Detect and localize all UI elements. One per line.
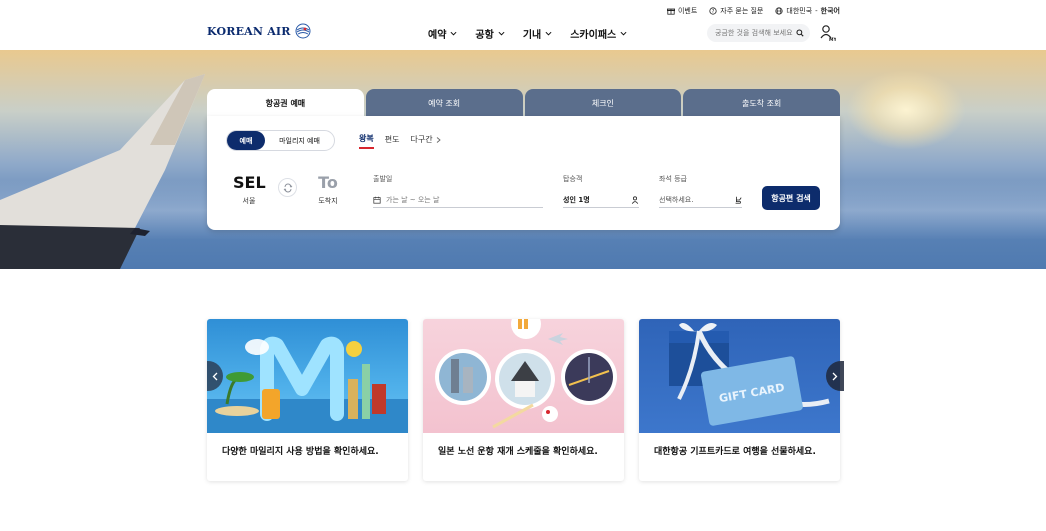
- promo-caption: 일본 노선 운항 재개 스케줄을 확인하세요.: [438, 447, 598, 457]
- header: KOREAN AIR 예약 공항 기내 스카이패스 궁금한 것을 검색해 보세요: [0, 18, 1046, 50]
- airplane-wing-image: [0, 74, 205, 269]
- booking-panel: 예매 마일리지 예매 왕복 편도 다구간 SEL 서울 To 도착지 출발일 가…: [207, 116, 840, 230]
- language-label: 한국어: [820, 7, 840, 15]
- booking-tabs: 항공권 예매 예약 조회 체크인 출도착 조회: [207, 89, 840, 117]
- chevron-down-icon: [545, 31, 552, 36]
- chevron-right-icon: [832, 372, 838, 380]
- korean-air-logo[interactable]: KOREAN AIR: [207, 23, 311, 39]
- mode-regular-booking[interactable]: 예매: [227, 131, 265, 150]
- tab-check-reservation[interactable]: 예약 조회: [365, 89, 523, 117]
- tab-flight-status[interactable]: 출도착 조회: [683, 89, 840, 117]
- seat-icon: [735, 196, 742, 204]
- nav-label: 기내: [522, 30, 542, 41]
- nav-item-airport[interactable]: 공항: [475, 26, 505, 41]
- trip-multi-city-label: 다구간: [410, 135, 433, 144]
- nav-label: 스카이패스: [570, 30, 617, 41]
- events-label: 이벤트: [677, 7, 698, 15]
- departure-airport[interactable]: SEL 서울: [233, 173, 266, 206]
- nav-item-inflight[interactable]: 기내: [523, 26, 552, 41]
- departure-city: 서울: [242, 197, 256, 205]
- promo-caption: 다양한 마일리지 사용 방법을 확인하세요.: [222, 447, 379, 457]
- globe-icon: [775, 7, 783, 15]
- search-placeholder: 궁금한 것을 검색해 보세요: [715, 29, 793, 37]
- japan-cities-illustration-icon: [423, 319, 624, 433]
- tab-book-flight[interactable]: 항공권 예매: [207, 89, 364, 117]
- my-page-button[interactable]: MY: [820, 24, 837, 43]
- calendar-icon: [373, 196, 381, 204]
- arrival-code: To: [318, 173, 338, 192]
- question-circle-icon: ?: [709, 7, 717, 15]
- nav-item-reservation[interactable]: 예약: [428, 26, 457, 41]
- swap-icon: [283, 183, 292, 192]
- promo-carousel: 다양한 마일리지 사용 방법을 확인하세요. 일본 노선 운항 재개 스케줄을 …: [207, 319, 840, 481]
- passengers-value: 성인 1명: [563, 195, 590, 204]
- chevron-down-icon: [498, 31, 505, 36]
- promo-card[interactable]: GIFT CARD 대한항공 기프트카드로 여행을 선물하세요.: [639, 319, 840, 481]
- trip-round-trip[interactable]: 왕복: [359, 133, 374, 149]
- arrival-airport[interactable]: To 도착지: [314, 173, 342, 206]
- mileage-illustration-icon: [207, 319, 408, 433]
- faq-link[interactable]: ? 자주 묻는 질문: [709, 6, 763, 16]
- user-icon: MY: [820, 25, 837, 43]
- search-icon[interactable]: [796, 29, 804, 37]
- tab-check-in[interactable]: 체크인: [524, 89, 682, 117]
- flight-search-button[interactable]: 항공편 검색: [762, 186, 820, 210]
- chevron-down-icon: [450, 31, 457, 36]
- faq-label: 자주 묻는 질문: [720, 7, 764, 15]
- person-icon: [631, 195, 639, 204]
- mode-mileage-booking[interactable]: 마일리지 예매: [265, 131, 334, 150]
- taegeuk-logo-icon: [295, 23, 311, 39]
- trip-one-way[interactable]: 편도: [385, 133, 400, 149]
- chevron-left-icon: [212, 372, 218, 380]
- travel-date-field[interactable]: 가는 날 ~ 오는 날: [373, 192, 543, 208]
- date-label: 출발일: [373, 175, 393, 183]
- country-separator: -: [815, 7, 818, 15]
- chevron-right-icon: [436, 136, 441, 143]
- seat-class-label: 좌석 등급: [659, 175, 687, 183]
- logo-wordmark: KOREAN AIR: [207, 24, 291, 38]
- promo-caption: 대한항공 기프트카드로 여행을 선물하세요.: [654, 447, 816, 457]
- booking-mode-toggle: 예매 마일리지 예매: [226, 130, 335, 151]
- utility-bar: 이벤트 ? 자주 묻는 질문 대한민국 - 한국어: [666, 6, 840, 16]
- seat-class-field[interactable]: 선택하세요.: [659, 192, 742, 208]
- passengers-label: 탑승객: [563, 175, 583, 183]
- my-label: MY: [829, 37, 836, 42]
- arrival-city: 도착지: [318, 197, 338, 205]
- nav-label: 예약: [428, 30, 447, 41]
- passengers-field[interactable]: 성인 1명: [563, 192, 639, 208]
- trip-multi-city[interactable]: 다구간: [410, 133, 441, 149]
- gift-icon: [666, 8, 675, 15]
- trip-type-selector: 왕복 편도 다구간: [359, 133, 441, 149]
- site-search-input[interactable]: 궁금한 것을 검색해 보세요: [707, 24, 810, 42]
- swap-airports-button[interactable]: [278, 178, 297, 197]
- promo-card[interactable]: 다양한 마일리지 사용 방법을 확인하세요.: [207, 319, 408, 481]
- promo-card[interactable]: 일본 노선 운항 재개 스케줄을 확인하세요.: [423, 319, 624, 481]
- nav-label: 공항: [475, 30, 494, 41]
- departure-code: SEL: [233, 173, 266, 192]
- events-link[interactable]: 이벤트: [666, 6, 698, 16]
- seat-class-placeholder: 선택하세요.: [659, 195, 694, 204]
- main-nav: 예약 공항 기내 스카이패스: [428, 26, 627, 41]
- language-selector[interactable]: 대한민국 - 한국어: [775, 6, 840, 16]
- sunlight: [846, 70, 966, 150]
- chevron-down-icon: [620, 31, 627, 36]
- country-label: 대한민국: [786, 7, 813, 15]
- nav-item-skypass[interactable]: 스카이패스: [570, 26, 627, 41]
- date-placeholder: 가는 날 ~ 오는 날: [386, 195, 440, 204]
- gift-card-illustration-icon: GIFT CARD: [639, 319, 840, 433]
